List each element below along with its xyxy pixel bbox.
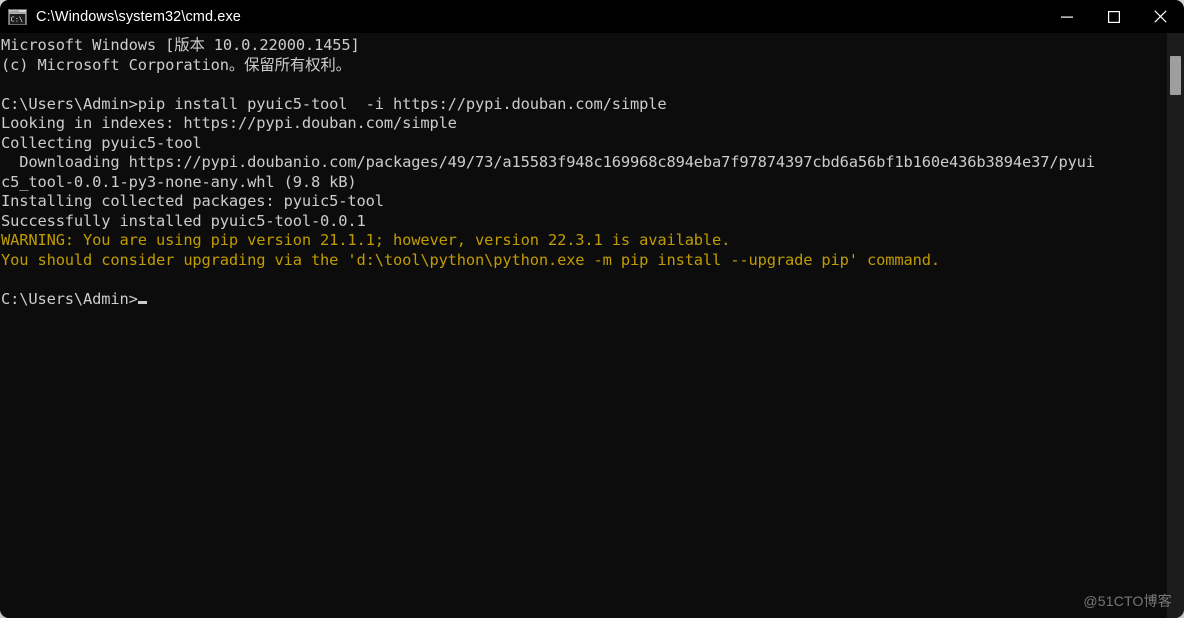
terminal-line: C:\Users\Admin>pip install pyuic5-tool -… bbox=[1, 94, 667, 113]
terminal-lines: Microsoft Windows [版本 10.0.22000.1455] (c… bbox=[0, 33, 1161, 309]
window-titlebar[interactable]: C:\ C:\Windows\system32\cmd.exe bbox=[0, 0, 1184, 33]
text-cursor bbox=[137, 300, 147, 304]
terminal-line: (c) Microsoft Corporation。保留所有权利。 bbox=[1, 55, 351, 74]
terminal-line: Successfully installed pyuic5-tool-0.0.1 bbox=[1, 211, 366, 230]
terminal-line: You should consider upgrading via the 'd… bbox=[1, 250, 940, 269]
screenshot-root: C:\ C:\Windows\system32\cmd.exe Microsof… bbox=[0, 0, 1184, 618]
window-title: C:\Windows\system32\cmd.exe bbox=[36, 8, 241, 25]
maximize-button[interactable] bbox=[1090, 0, 1137, 33]
terminal-line: Microsoft Windows [版本 10.0.22000.1455] bbox=[1, 36, 360, 54]
terminal-prompt-line: C:\Users\Admin> bbox=[1, 290, 1161, 310]
window-controls bbox=[1043, 0, 1184, 33]
terminal-line: Installing collected packages: pyuic5-to… bbox=[1, 192, 384, 210]
minimize-icon bbox=[1060, 16, 1073, 18]
titlebar-left: C:\ C:\Windows\system32\cmd.exe bbox=[0, 8, 1043, 25]
maximize-icon bbox=[1107, 10, 1120, 23]
cmd-icon: C:\ bbox=[8, 8, 27, 25]
terminal-line: Downloading https://pypi.doubanio.com/pa… bbox=[1, 153, 1095, 171]
terminal-line: WARNING: You are using pip version 21.1.… bbox=[1, 231, 731, 249]
terminal-line: c5_tool-0.0.1-py3-none-any.whl (9.8 kB) bbox=[1, 172, 357, 191]
minimize-button[interactable] bbox=[1043, 0, 1090, 33]
close-icon bbox=[1154, 10, 1167, 23]
terminal-line: Looking in indexes: https://pypi.douban.… bbox=[1, 114, 457, 132]
terminal-output-area[interactable]: Microsoft Windows [版本 10.0.22000.1455] (c… bbox=[0, 33, 1184, 618]
svg-text:C:\: C:\ bbox=[11, 15, 24, 23]
watermark: @51CTO博客 bbox=[1083, 593, 1172, 609]
terminal-line: Collecting pyuic5-tool bbox=[1, 133, 202, 152]
close-button[interactable] bbox=[1137, 0, 1184, 33]
cmd-window: C:\ C:\Windows\system32\cmd.exe Microsof… bbox=[0, 0, 1184, 618]
scrollbar-thumb[interactable] bbox=[1170, 56, 1181, 95]
vertical-scrollbar[interactable] bbox=[1167, 33, 1184, 618]
